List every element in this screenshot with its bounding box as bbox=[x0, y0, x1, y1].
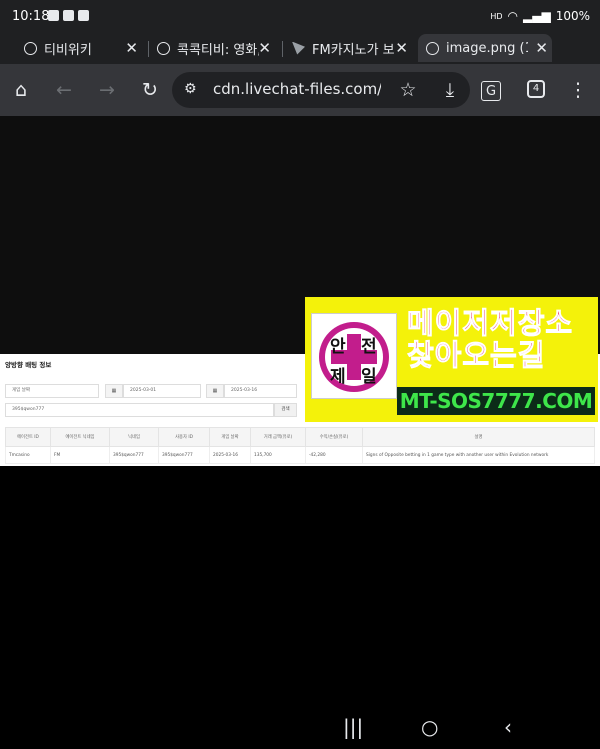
cell-profit: -42,280 bbox=[305, 446, 363, 464]
recent-apps-icon[interactable]: ||| bbox=[343, 715, 363, 739]
cell-user-id: 395$qwon777 bbox=[158, 446, 210, 464]
calendar-icon[interactable]: ▦ bbox=[206, 384, 224, 398]
ad-subheadline: 찾아오는길 bbox=[406, 338, 546, 373]
page-title: 양방향 배팅 정보 bbox=[5, 361, 52, 369]
forward-icon[interactable]: → bbox=[95, 78, 119, 102]
game-date-select[interactable]: 게임 날짜 bbox=[5, 384, 99, 398]
browser-toolbar: ⌂ ← → ↻ ⚙ cdn.livechat-files.com/api ☆ ⤓… bbox=[0, 64, 600, 116]
translate-icon[interactable]: G bbox=[481, 81, 501, 101]
cell-agent-nickname: FM bbox=[50, 446, 110, 464]
logo-char: 일 bbox=[361, 367, 377, 387]
close-icon[interactable]: ✕ bbox=[395, 39, 408, 57]
tab-4-active[interactable]: image.png (128 ✕ bbox=[418, 34, 552, 62]
wifi-icon: ◠ bbox=[507, 9, 518, 23]
col-description: 설명 bbox=[362, 427, 595, 447]
col-user-id: 사용자 ID bbox=[158, 427, 210, 447]
status-bar: 10:18 HD ◠ ▂▄▆ 100% bbox=[0, 0, 600, 34]
col-agent-id: 에이전트 ID bbox=[5, 427, 51, 447]
tab-strip: 티비위키 ✕ 콕콕티비: 영화, 드 ✕ FM카지노가 보내 ✕ image.p… bbox=[0, 34, 600, 91]
home-icon[interactable]: ⌂ bbox=[9, 78, 33, 102]
globe-icon bbox=[426, 41, 439, 55]
home-circle-icon[interactable]: ○ bbox=[421, 715, 438, 739]
betting-table: 에이전트 ID 에이전트 닉네임 닉네임 사용자 ID 게임 날짜 거래 금액(… bbox=[5, 427, 595, 464]
clock: 10:18 bbox=[12, 9, 50, 24]
tab-label: 콕콕티비: 영화, 드 bbox=[177, 42, 259, 58]
logo-char: 안 bbox=[330, 337, 346, 357]
calendar-icon[interactable]: ▦ bbox=[105, 384, 123, 398]
tab-1[interactable]: 티비위키 ✕ bbox=[24, 34, 142, 62]
tab-3[interactable]: FM카지노가 보내 ✕ bbox=[292, 34, 412, 62]
close-icon[interactable]: ✕ bbox=[258, 39, 271, 57]
ad-domain-banner[interactable]: MT-SOS7777.COM bbox=[397, 387, 595, 415]
close-icon[interactable]: ✕ bbox=[535, 39, 548, 57]
col-game-date: 게임 날짜 bbox=[209, 427, 251, 447]
col-nickname: 닉네임 bbox=[109, 427, 159, 447]
url-text[interactable]: cdn.livechat-files.com/api bbox=[213, 80, 381, 98]
search-button[interactable]: 검색 bbox=[274, 403, 297, 417]
date-to-field[interactable]: 2025-03-16 bbox=[224, 384, 297, 398]
system-icons: HD ◠ ▂▄▆ 100% bbox=[490, 9, 590, 23]
site-settings-icon[interactable]: ⚙ bbox=[184, 81, 197, 97]
cell-description: Signs of Opposite betting in 1 game type… bbox=[362, 446, 595, 464]
back-chevron-icon[interactable]: ‹ bbox=[504, 715, 512, 739]
site-logo-icon bbox=[292, 41, 305, 55]
download-icon[interactable]: ⤓ bbox=[438, 78, 462, 102]
cell-nickname: 395$qwon777 bbox=[109, 446, 159, 464]
overlay-advertisement[interactable]: 안 전 제 일 메이저저장소 찾아오는길 MT-SOS7777.COM bbox=[305, 297, 598, 422]
bookmark-star-icon[interactable]: ☆ bbox=[396, 78, 420, 102]
reload-icon[interactable]: ↻ bbox=[138, 78, 162, 102]
network-label: HD bbox=[490, 11, 503, 21]
cell-amount: 135,700 bbox=[250, 446, 306, 464]
close-icon[interactable]: ✕ bbox=[125, 39, 138, 57]
logo-ring: 안 전 제 일 bbox=[319, 322, 389, 392]
table-header-row: 에이전트 ID 에이전트 닉네임 닉네임 사용자 ID 게임 날짜 거래 금액(… bbox=[5, 427, 595, 447]
globe-icon bbox=[157, 41, 170, 55]
tab-2[interactable]: 콕콕티비: 영화, 드 ✕ bbox=[157, 34, 275, 62]
search-input[interactable]: 395$qwon777 bbox=[5, 403, 274, 417]
date-from-field[interactable]: 2025-03-01 bbox=[123, 384, 201, 398]
notification-icons bbox=[48, 10, 89, 21]
address-bar[interactable]: ⚙ cdn.livechat-files.com/api ☆ ⤓ bbox=[172, 72, 470, 108]
safety-logo: 안 전 제 일 bbox=[311, 313, 397, 399]
back-icon[interactable]: ← bbox=[52, 78, 76, 102]
col-amount: 거래 금액(유로) bbox=[250, 427, 306, 447]
cell-agent-id: Tmcasino bbox=[5, 446, 51, 464]
tab-label: 티비위키 bbox=[44, 42, 92, 58]
system-nav-bar: ||| ○ ‹ bbox=[0, 705, 600, 749]
logo-char: 전 bbox=[361, 337, 377, 357]
table-row: Tmcasino FM 395$qwon777 395$qwon777 2025… bbox=[5, 446, 595, 464]
col-agent-nickname: 에이전트 닉네임 bbox=[50, 427, 110, 447]
cell-game-date: 2025-03-16 bbox=[209, 446, 251, 464]
battery-label: 100% bbox=[555, 9, 590, 23]
tab-switcher-button[interactable]: 4 bbox=[527, 80, 545, 98]
logo-char: 제 bbox=[330, 367, 346, 387]
signal-icon: ▂▄▆ bbox=[523, 9, 551, 23]
tab-label: image.png (128 bbox=[446, 40, 528, 56]
globe-icon bbox=[24, 41, 37, 55]
tab-label: FM카지노가 보내 bbox=[312, 42, 394, 58]
menu-icon[interactable]: ⋮ bbox=[566, 78, 590, 102]
col-profit: 수익/손실(유로) bbox=[305, 427, 363, 447]
